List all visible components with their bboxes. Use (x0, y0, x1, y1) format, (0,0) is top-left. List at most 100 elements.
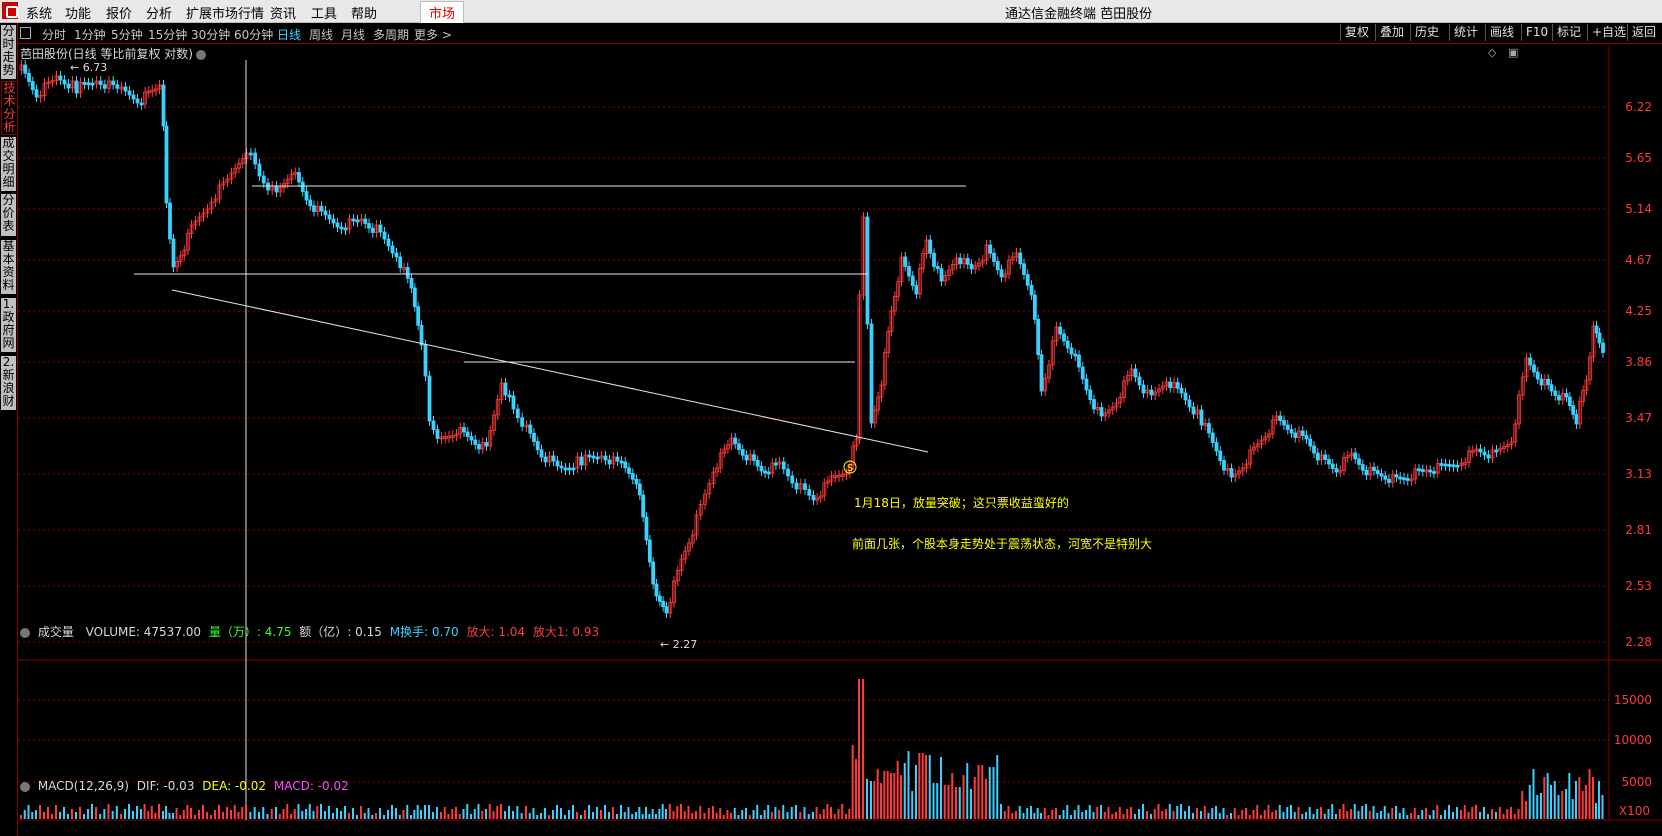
volume-indicator-name[interactable]: 成交量 (38, 625, 74, 639)
candle-body (304, 191, 309, 201)
volume-bar (182, 810, 185, 819)
volume-bar (1293, 812, 1296, 819)
volume-bar (1368, 811, 1371, 819)
volume-bar (35, 810, 37, 819)
candle-body (1546, 378, 1551, 386)
volume-bar (1491, 809, 1493, 819)
low-price-marker: ← 2.27 (660, 638, 697, 651)
candle-body (1394, 474, 1399, 478)
candle-body (995, 261, 1000, 271)
volume-bar (1070, 815, 1072, 819)
volume-bar (915, 765, 917, 819)
macd-menu-icon[interactable] (20, 781, 30, 792)
candle-body (1065, 340, 1070, 349)
candle-body (34, 89, 39, 98)
volume-bar (95, 807, 97, 819)
candle-body (435, 429, 440, 439)
volume-bar (375, 813, 377, 819)
price-axis-label: 6.22 (1625, 100, 1652, 114)
volume-bar (552, 810, 554, 819)
volume-bar (165, 806, 167, 819)
candle-body (405, 267, 410, 279)
macd-legend: MACD(12,26,9) DIF: -0.03 DEA: -0.02 MACD… (20, 779, 349, 793)
volume-bar (1226, 815, 1229, 819)
volume-bar (1146, 811, 1148, 819)
volume-bar (301, 811, 304, 819)
candle-body (563, 467, 568, 471)
candle-body (1141, 384, 1146, 394)
volume-bar (1203, 806, 1206, 819)
volume-bar (395, 808, 397, 819)
volume-bar (737, 815, 740, 819)
candle-body (327, 214, 332, 220)
volume-bar (1571, 799, 1574, 819)
amp1-label: 放大1 (532, 625, 565, 639)
candle-body (619, 460, 624, 464)
candle-body (1420, 469, 1425, 472)
candle-body (1300, 430, 1305, 436)
candle-body (1553, 390, 1558, 396)
volume-bar (795, 805, 797, 819)
candle-body (1080, 366, 1085, 380)
volume-bar (1413, 808, 1416, 819)
candle-body (992, 252, 996, 262)
volume-bar (297, 804, 300, 819)
volume-bar (1263, 810, 1266, 819)
candle-body (755, 460, 760, 467)
volume-bar (1211, 808, 1214, 819)
volume-bar (648, 814, 651, 819)
candle-body (1315, 452, 1320, 461)
candle-body (627, 467, 631, 474)
volume-bar (194, 815, 196, 819)
volume-bar (128, 804, 130, 819)
candle-body (82, 82, 87, 85)
volume-bar (1425, 808, 1427, 819)
candle-body (62, 79, 67, 85)
diamond-icon[interactable]: ◇ (1488, 46, 1496, 59)
candle-body (511, 395, 516, 410)
macd-label[interactable]: MACD(12,26,9) (38, 779, 129, 793)
volume-bar (1188, 806, 1190, 819)
volume-bar (245, 805, 247, 819)
chart-menu-icon[interactable] (196, 49, 206, 60)
candle-body (382, 231, 387, 240)
volume-bar (23, 810, 26, 819)
volume-bar (416, 805, 419, 819)
candle-body (803, 483, 807, 490)
volume-bar (911, 791, 914, 819)
volume-bar (1357, 811, 1360, 819)
candle-body (123, 86, 128, 92)
volume-bar (440, 812, 442, 819)
candle-body (1330, 463, 1335, 469)
candle-body (319, 205, 324, 212)
volume-bar (862, 679, 864, 819)
volume-bar (947, 785, 950, 819)
volume-bar (226, 807, 228, 819)
volume-bar (107, 804, 110, 819)
volume-bar (1581, 791, 1584, 819)
candle-body (23, 64, 28, 74)
candle-body (409, 277, 414, 289)
candle-body (427, 375, 432, 422)
volume-bar (391, 805, 393, 819)
volume-menu-icon[interactable] (20, 627, 30, 638)
volume-bar (51, 814, 53, 819)
volume-bar (470, 814, 472, 819)
volume-bar (1550, 785, 1552, 819)
volume-bar (278, 814, 281, 819)
candle-body (1571, 405, 1576, 415)
volume-bar (1383, 806, 1386, 819)
volume-bar (1088, 805, 1091, 819)
window-icon[interactable]: ▣ (1508, 46, 1518, 59)
kline-chart[interactable]: 6.22 5.65 5.14 4.67 4.25 3.86 3.47 3.13 2.81 2.53… (0, 0, 1662, 836)
volume-bar (807, 814, 810, 819)
volume-bar (305, 809, 307, 819)
volume-bar (858, 679, 860, 819)
volume-bar (992, 767, 995, 819)
volume-bar (1011, 813, 1014, 819)
volume-bar (1297, 807, 1300, 819)
volume-bar (1271, 812, 1274, 819)
volume-bar (1275, 810, 1277, 819)
candle-body (567, 467, 572, 471)
volume-bar (921, 753, 924, 819)
